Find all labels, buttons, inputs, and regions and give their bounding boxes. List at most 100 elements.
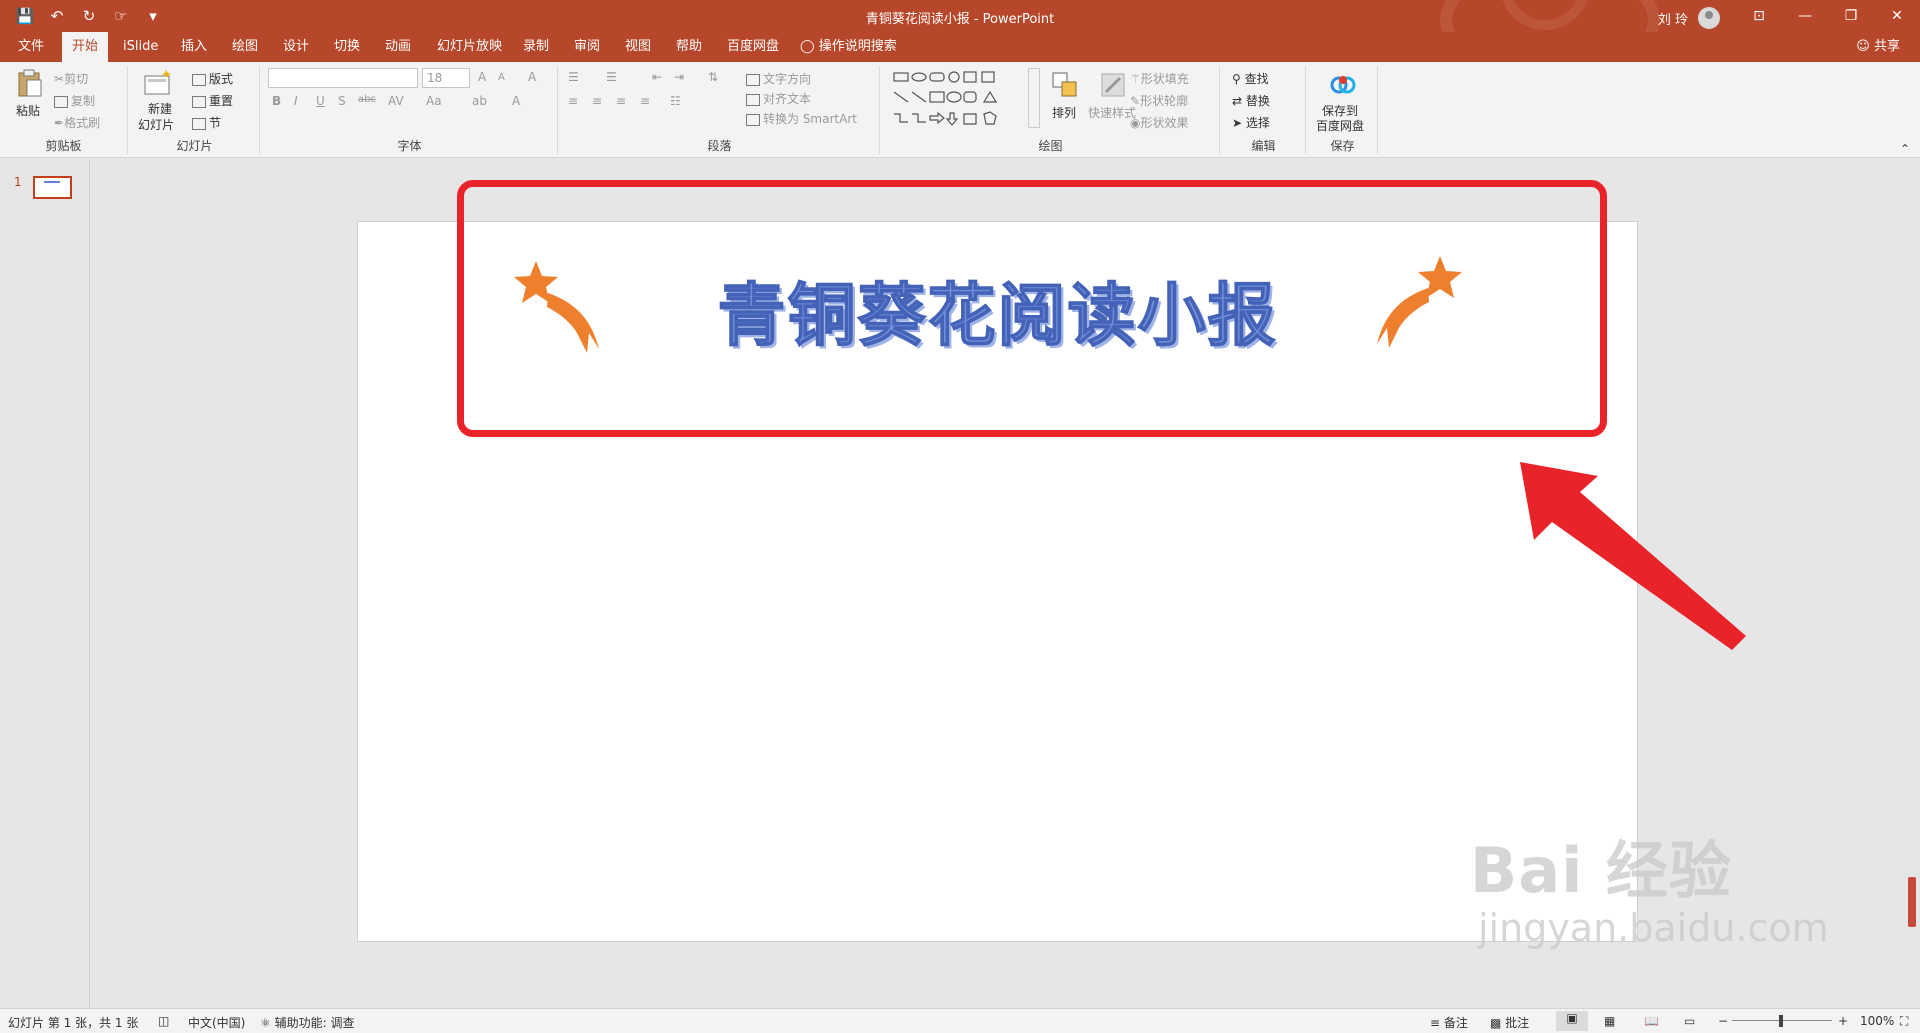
tab-draw[interactable]: 绘图 [222, 32, 268, 62]
tab-animations[interactable]: 动画 [375, 32, 421, 62]
normal-view-button[interactable]: ▣ [1556, 1011, 1588, 1031]
reading-view-button[interactable]: 📖 [1644, 1014, 1659, 1028]
share-button[interactable]: ☺ 共享 [1856, 32, 1900, 62]
shapes-gallery-scroll[interactable] [1028, 68, 1040, 128]
copy-label: 复制 [71, 94, 96, 108]
change-case-button[interactable]: Aa [426, 94, 442, 108]
format-painter-button[interactable]: ✒格式刷 [54, 114, 100, 131]
italic-button[interactable]: I [294, 94, 298, 108]
language-indicator[interactable]: 中文(中国) [188, 1014, 245, 1031]
font-group: 18 A A A B I U S abc AV Aa ab A 字体 [262, 66, 558, 154]
ribbon-display-options-button[interactable]: ⊡ [1736, 0, 1782, 32]
title-bar: 💾 ↶ ↻ ☞ ▾ 青铜葵花阅读小报 - PowerPoint 刘 玲 ⊡ — … [0, 0, 1920, 32]
shadow-button[interactable]: S [338, 94, 346, 108]
quick-styles-icon[interactable] [1098, 70, 1128, 100]
align-right-button[interactable]: ≡ [616, 94, 626, 108]
quick-styles-button[interactable]: 快速样式 [1088, 104, 1136, 121]
fit-to-window-icon[interactable]: ⛶ [1900, 1014, 1908, 1029]
increase-indent-button[interactable]: ⇥ [674, 70, 684, 84]
copy-button[interactable]: 复制 [54, 92, 95, 109]
comments-button[interactable]: ▩ 批注 [1490, 1014, 1529, 1031]
zoom-level[interactable]: 100% [1860, 1014, 1894, 1028]
tab-home[interactable]: 开始 [62, 32, 109, 62]
tab-design[interactable]: 设计 [273, 32, 319, 62]
avatar[interactable] [1698, 7, 1720, 29]
paste-button[interactable]: 粘贴 [16, 102, 40, 119]
arrange-button[interactable]: 排列 [1052, 104, 1076, 121]
character-spacing-button[interactable]: AV [388, 94, 404, 108]
tell-me-search[interactable]: ◯ 操作说明搜索 [800, 32, 897, 62]
strikethrough-button[interactable]: abc [358, 94, 376, 105]
text-direction-button[interactable]: 文字方向 [746, 70, 811, 87]
cut-button[interactable]: ✂剪切 [54, 70, 88, 87]
font-name-select[interactable] [268, 68, 418, 88]
restore-button[interactable]: ❐ [1828, 0, 1874, 32]
slideshow-button[interactable]: ▭ [1684, 1014, 1695, 1028]
paste-icon[interactable] [14, 68, 44, 98]
grow-font-button[interactable]: A [478, 70, 486, 84]
shape-outline-button[interactable]: ✎形状轮廓 [1130, 92, 1188, 109]
columns-button[interactable]: ☷ [670, 94, 681, 108]
save-to-baidu-label-2[interactable]: 百度网盘 [1316, 117, 1364, 134]
scrollbar-thumb[interactable] [1908, 877, 1916, 927]
zoom-slider-thumb[interactable] [1779, 1015, 1783, 1027]
align-left-button[interactable]: ≡ [568, 94, 578, 108]
spell-check-icon[interactable]: ◫ [158, 1014, 169, 1028]
arrange-icon[interactable] [1050, 70, 1080, 100]
shapes-gallery[interactable] [892, 70, 1020, 130]
copy-icon [54, 95, 68, 108]
slide-sorter-button[interactable]: ▦ [1604, 1014, 1615, 1028]
shape-fill-button[interactable]: ⚚形状填充 [1130, 70, 1189, 87]
tab-record[interactable]: 录制 [513, 32, 559, 62]
replace-button[interactable]: ⇄ 替换 [1232, 92, 1270, 109]
tab-help[interactable]: 帮助 [666, 32, 712, 62]
tab-view[interactable]: 视图 [615, 32, 661, 62]
line-spacing-button[interactable]: ⇅ [708, 70, 718, 84]
collapse-ribbon-icon[interactable]: ⌃ [1900, 142, 1910, 156]
bold-button[interactable]: B [272, 94, 281, 108]
font-color-button[interactable]: A [512, 94, 520, 108]
tab-baidu-netdisk[interactable]: 百度网盘 [717, 32, 789, 62]
new-slide-label[interactable]: 新建 [148, 100, 172, 117]
user-account[interactable]: 刘 玲 [1658, 7, 1720, 29]
brush-icon: ✒ [54, 116, 65, 130]
tab-review[interactable]: 审阅 [564, 32, 610, 62]
clear-format-button[interactable]: A [528, 70, 536, 84]
new-slide-icon[interactable] [142, 68, 172, 98]
align-center-button[interactable]: ≡ [592, 94, 602, 108]
shape-effects-button[interactable]: ◉形状效果 [1130, 114, 1189, 131]
underline-button[interactable]: U [316, 94, 325, 108]
section-button[interactable]: 节 [192, 114, 221, 131]
slide-thumbnail[interactable] [33, 176, 72, 199]
convert-smartart-button[interactable]: 转换为 SmartArt [746, 110, 857, 127]
bullets-button[interactable]: ☰ [568, 70, 579, 84]
font-size-select[interactable]: 18 [422, 68, 470, 88]
lightbulb-icon: ◯ [800, 39, 815, 54]
justify-button[interactable]: ≡ [640, 94, 650, 108]
numbering-button[interactable]: ☰ [606, 70, 617, 84]
tab-insert[interactable]: 插入 [171, 32, 217, 62]
vertical-scrollbar[interactable] [1904, 159, 1920, 1008]
format-painter-label: 格式刷 [64, 116, 101, 130]
layout-button[interactable]: 版式 [192, 70, 233, 87]
accessibility-status[interactable]: ⚛ 辅助功能: 调查 [260, 1014, 354, 1031]
align-text-button[interactable]: 对齐文本 [746, 90, 811, 107]
tab-file[interactable]: 文件 [8, 32, 54, 62]
zoom-in-button[interactable]: + [1838, 1014, 1848, 1028]
minimize-button[interactable]: — [1782, 0, 1828, 32]
reset-button[interactable]: 重置 [192, 92, 233, 109]
decrease-indent-button[interactable]: ⇤ [652, 70, 662, 84]
notes-button[interactable]: ≡ 备注 [1430, 1014, 1468, 1031]
tab-islide[interactable]: iSlide [113, 32, 168, 62]
close-button[interactable]: ✕ [1874, 0, 1920, 32]
tab-transitions[interactable]: 切换 [324, 32, 370, 62]
find-button[interactable]: ⚲ 查找 [1232, 70, 1269, 87]
highlight-color-button[interactable]: ab [472, 94, 487, 108]
new-slide-dropdown[interactable]: 幻灯片 [138, 116, 174, 133]
baidu-netdisk-icon[interactable] [1328, 70, 1358, 100]
shape-outline-label: 形状轮廓 [1140, 94, 1189, 108]
select-button[interactable]: ➤ 选择 [1232, 114, 1270, 131]
zoom-out-button[interactable]: − [1718, 1014, 1728, 1028]
shrink-font-button[interactable]: A [498, 72, 505, 83]
tab-slideshow[interactable]: 幻灯片放映 [427, 32, 512, 62]
